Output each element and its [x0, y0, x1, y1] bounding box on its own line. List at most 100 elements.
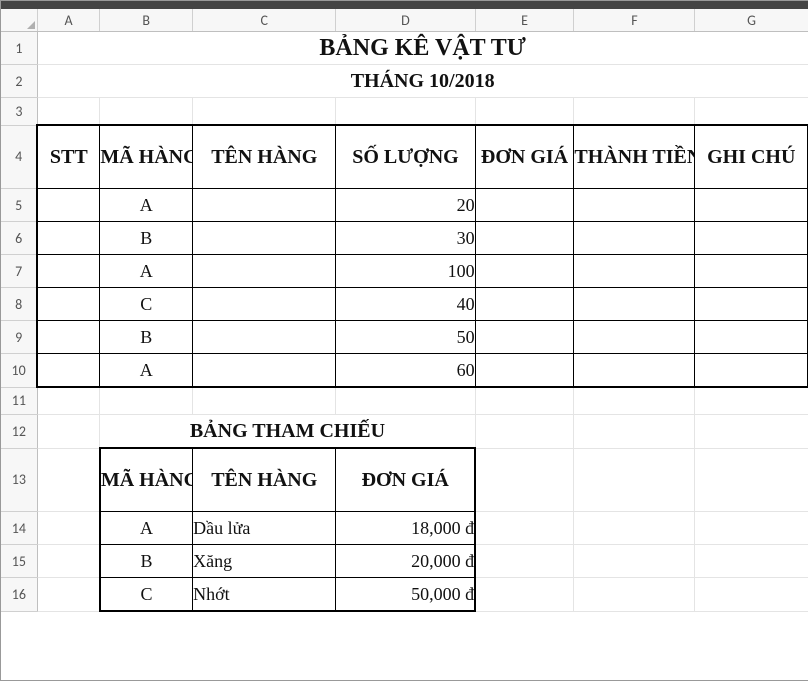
main-header-ghichu[interactable]: GHI CHÚ — [695, 125, 808, 189]
cell[interactable] — [193, 189, 336, 222]
cell[interactable] — [475, 98, 574, 126]
ref-ten[interactable]: Dầu lửa — [193, 512, 336, 545]
cell[interactable] — [37, 222, 100, 255]
cell[interactable] — [574, 387, 695, 415]
cell[interactable] — [37, 98, 100, 126]
cell[interactable] — [475, 545, 574, 578]
cell[interactable] — [37, 415, 100, 449]
col-header[interactable]: G — [695, 9, 808, 32]
cell[interactable] — [695, 354, 808, 388]
row-header[interactable]: 13 — [1, 448, 37, 512]
ref-ma[interactable]: B — [100, 545, 193, 578]
ref-ma[interactable]: A — [100, 512, 193, 545]
cell[interactable] — [193, 222, 336, 255]
main-header-mahang[interactable]: MÃ HÀNG — [100, 125, 193, 189]
cell[interactable] — [193, 387, 336, 415]
cell[interactable] — [695, 321, 808, 354]
cell[interactable] — [695, 512, 808, 545]
cell[interactable] — [193, 288, 336, 321]
row-header[interactable]: 10 — [1, 354, 37, 388]
cell[interactable] — [475, 255, 574, 288]
row-header[interactable]: 11 — [1, 387, 37, 415]
cell-ma[interactable]: B — [100, 321, 193, 354]
main-header-dongia[interactable]: ĐƠN GIÁ — [475, 125, 574, 189]
cell[interactable] — [475, 354, 574, 388]
row-header[interactable]: 16 — [1, 578, 37, 612]
cell[interactable] — [475, 448, 574, 512]
col-header[interactable]: C — [193, 9, 336, 32]
cell[interactable] — [37, 255, 100, 288]
cell[interactable] — [100, 98, 193, 126]
main-header-tenhang[interactable]: TÊN HÀNG — [193, 125, 336, 189]
ref-ma[interactable]: C — [100, 578, 193, 612]
cell[interactable] — [37, 578, 100, 612]
cell[interactable] — [37, 512, 100, 545]
cell-sl[interactable]: 20 — [336, 189, 475, 222]
cell[interactable] — [475, 288, 574, 321]
ref-gia[interactable]: 20,000 đ — [336, 545, 475, 578]
cell-ma[interactable]: A — [100, 354, 193, 388]
cell-sl[interactable]: 50 — [336, 321, 475, 354]
cell[interactable] — [193, 98, 336, 126]
sheet-subtitle[interactable]: THÁNG 10/2018 — [37, 65, 808, 98]
cell-sl[interactable]: 100 — [336, 255, 475, 288]
cell[interactable] — [475, 321, 574, 354]
cell[interactable] — [695, 255, 808, 288]
cell[interactable] — [37, 288, 100, 321]
cell[interactable] — [475, 387, 574, 415]
row-header[interactable]: 14 — [1, 512, 37, 545]
ref-header-tenhang[interactable]: TÊN HÀNG — [193, 448, 336, 512]
select-all-corner[interactable] — [1, 9, 37, 32]
cell[interactable] — [574, 545, 695, 578]
cell-ma[interactable]: B — [100, 222, 193, 255]
cell[interactable] — [574, 354, 695, 388]
col-header[interactable]: B — [100, 9, 193, 32]
cell[interactable] — [37, 189, 100, 222]
row-header[interactable]: 6 — [1, 222, 37, 255]
cell[interactable] — [37, 354, 100, 388]
cell[interactable] — [475, 512, 574, 545]
cell[interactable] — [695, 288, 808, 321]
cell[interactable] — [695, 222, 808, 255]
col-header[interactable]: F — [574, 9, 695, 32]
row-header[interactable]: 12 — [1, 415, 37, 449]
cell[interactable] — [695, 415, 808, 449]
ref-header-mahang[interactable]: MÃ HÀNG — [100, 448, 193, 512]
cell[interactable] — [574, 189, 695, 222]
cell[interactable] — [695, 448, 808, 512]
row-header[interactable]: 3 — [1, 98, 37, 126]
cell[interactable] — [193, 354, 336, 388]
cell[interactable] — [193, 255, 336, 288]
cell[interactable] — [37, 321, 100, 354]
cell[interactable] — [37, 448, 100, 512]
cell[interactable] — [695, 387, 808, 415]
cell[interactable] — [193, 321, 336, 354]
cell-ma[interactable]: A — [100, 189, 193, 222]
cell[interactable] — [100, 387, 193, 415]
cell[interactable] — [574, 98, 695, 126]
cell[interactable] — [37, 545, 100, 578]
cell[interactable] — [574, 222, 695, 255]
cell[interactable] — [37, 387, 100, 415]
ref-ten[interactable]: Nhớt — [193, 578, 336, 612]
col-header[interactable]: D — [336, 9, 475, 32]
row-header[interactable]: 2 — [1, 65, 37, 98]
cell[interactable] — [695, 98, 808, 126]
row-header[interactable]: 5 — [1, 189, 37, 222]
cell[interactable] — [574, 415, 695, 449]
cell[interactable] — [574, 321, 695, 354]
cell-sl[interactable]: 60 — [336, 354, 475, 388]
ref-title[interactable]: BẢNG THAM CHIẾU — [100, 415, 475, 449]
cell[interactable] — [475, 415, 574, 449]
cell[interactable] — [695, 189, 808, 222]
main-header-stt[interactable]: STT — [37, 125, 100, 189]
main-header-soluong[interactable]: SỐ LƯỢNG — [336, 125, 475, 189]
row-header[interactable]: 15 — [1, 545, 37, 578]
ref-ten[interactable]: Xăng — [193, 545, 336, 578]
ref-gia[interactable]: 50,000 đ — [336, 578, 475, 612]
cell-ma[interactable]: A — [100, 255, 193, 288]
ref-header-dongia[interactable]: ĐƠN GIÁ — [336, 448, 475, 512]
cell[interactable] — [475, 578, 574, 612]
cell-sl[interactable]: 40 — [336, 288, 475, 321]
cell-sl[interactable]: 30 — [336, 222, 475, 255]
